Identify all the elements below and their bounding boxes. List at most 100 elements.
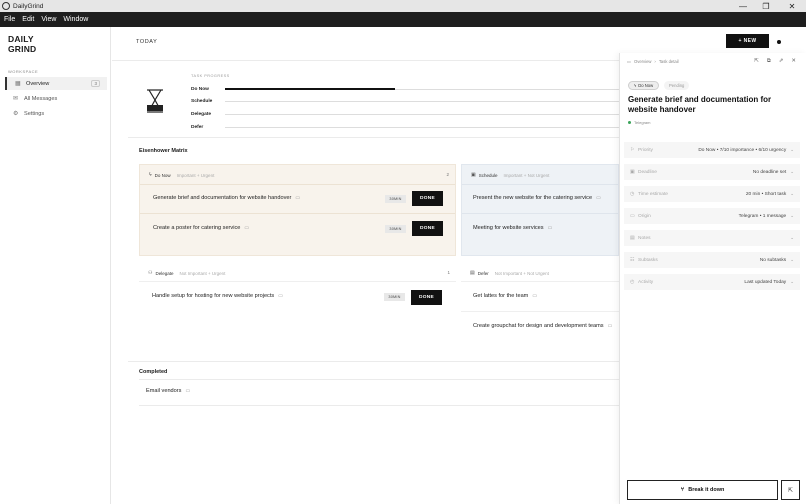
pin-icon[interactable]: ⇱	[754, 58, 759, 65]
field-notes[interactable]: ▤ Notes ⌄	[624, 230, 800, 246]
task-source: Telegram	[628, 120, 650, 125]
open-external-icon[interactable]: ⇗	[779, 58, 784, 65]
progress-label: Schedule	[191, 98, 213, 104]
progress-title: TASK PROGRESS	[191, 74, 230, 78]
calendar-icon: ▣	[471, 172, 476, 178]
sidebar-item-settings[interactable]: ⚙ Settings	[5, 107, 107, 120]
task-detail-panel: ▭ Overview › Task detail ⇱ ⧉ ⇗ ✕ ϟ Do No…	[619, 53, 806, 504]
folder-icon: ▭	[627, 59, 631, 64]
quadrant-name: Delegate	[155, 270, 174, 276]
chat-icon: ▭	[596, 195, 601, 201]
pourover-illustration	[147, 89, 163, 113]
clock-icon: ◷	[630, 191, 635, 197]
field-priority[interactable]: ⚐ Priority Do Now • 7/10 importance • 6/…	[624, 142, 800, 158]
quadrant-defer: ▤ Defer Not Important + Not Urgent Get l…	[461, 263, 619, 363]
priority-chip[interactable]: ϟ Do Now	[628, 81, 660, 90]
quadrant-divider	[140, 184, 455, 185]
field-activity[interactable]: ◴ Activity Last updated Today ⌄	[624, 274, 800, 290]
quadrant-name: Defer	[477, 270, 489, 276]
breadcrumb-separator: ›	[654, 59, 656, 64]
field-label: Deadline	[638, 169, 657, 175]
user-icon: ⚇	[148, 270, 153, 276]
window-title: DailyGrind	[13, 2, 44, 10]
task-divider	[461, 311, 619, 312]
chevron-down-icon: ⌄	[790, 213, 794, 218]
progress-fill	[225, 88, 396, 90]
quadrant-subtitle: Important + Urgent	[176, 172, 215, 178]
source-dot	[628, 121, 631, 124]
app-logo[interactable]: DAILY GRIND	[8, 34, 37, 54]
quadrant-count: 1	[447, 270, 450, 275]
close-button[interactable]: ✕	[779, 0, 805, 12]
progress-track	[225, 100, 621, 102]
field-value: No deadline set	[752, 169, 787, 175]
task-item[interactable]: Present the new website for the catering…	[473, 195, 601, 201]
split-icon: ⑂	[680, 487, 685, 493]
progress-label: Delegate	[191, 111, 211, 117]
field-value: No subtasks	[759, 257, 787, 263]
progress-row-schedule: Schedule	[191, 97, 621, 105]
button-label: Break it down	[688, 487, 725, 493]
chat-icon: ▭	[295, 195, 301, 201]
break-it-down-button[interactable]: ⑂ Break it down	[627, 480, 778, 500]
task-title: Email vendors	[146, 388, 182, 394]
field-label: Activity	[638, 279, 654, 285]
chat-icon: ▭	[244, 225, 250, 231]
field-time-estimate[interactable]: ◷ Time estimate 20 min • Short task ⌄	[624, 186, 800, 202]
task-item[interactable]: Meeting for website services ▭	[473, 225, 552, 231]
done-button[interactable]: DONE	[412, 221, 443, 236]
task-title: Generate brief and documentation for web…	[153, 195, 292, 201]
sidebar-item-label: Settings	[24, 110, 45, 117]
task-title: Create groupchat for design and developm…	[473, 323, 604, 329]
menu-view[interactable]: View	[41, 16, 56, 23]
menu-window[interactable]: Window	[63, 16, 88, 23]
task-item[interactable]: Create groupchat for design and developm…	[473, 323, 612, 329]
maximize-button[interactable]: ❐	[753, 0, 779, 12]
menu-edit[interactable]: Edit	[22, 16, 34, 23]
quadrant-name: Schedule	[478, 172, 498, 178]
sidebar-item-overview[interactable]: ▦ Overview 3	[5, 77, 107, 90]
menu-bar: File Edit View Window	[0, 12, 806, 27]
new-task-button[interactable]: + NEW	[726, 34, 769, 48]
chevron-down-icon: ⌄	[790, 257, 794, 262]
panel-actions: ⇱ ⧉ ⇗ ✕	[746, 58, 796, 65]
task-title: Create a poster for catering service	[153, 225, 241, 231]
task-title: Present the new website for the catering…	[473, 195, 593, 201]
done-button[interactable]: DONE	[411, 290, 442, 305]
breadcrumb-overview[interactable]: Overview	[634, 59, 651, 64]
sidebar: DAILY GRIND WORKSPACE ▦ Overview 3 ✉ All…	[0, 27, 111, 504]
progress-row-do-now: Do Now	[191, 85, 621, 93]
status-chip[interactable]: Pending	[664, 81, 690, 90]
menu-file[interactable]: File	[4, 16, 15, 23]
history-icon: ◴	[630, 279, 635, 285]
quadrant-subtitle: Important + Not Urgent	[503, 172, 550, 178]
quadrant-delegate: ⚇ Delegate Not Important + Urgent 1 Hand…	[139, 263, 456, 363]
collapse-icon: ⇱	[787, 487, 794, 494]
close-panel-icon[interactable]: ✕	[791, 58, 796, 65]
field-deadline[interactable]: ▣ Deadline No deadline set ⌄	[624, 164, 800, 180]
workspace-label: WORKSPACE	[8, 69, 39, 74]
done-button[interactable]: DONE	[412, 191, 443, 206]
copy-icon[interactable]: ⧉	[767, 58, 771, 65]
field-subtasks[interactable]: ☷ Subtasks No subtasks ⌄	[624, 252, 800, 268]
task-item[interactable]: Get lattes for the team ▭	[473, 293, 537, 299]
quadrant-divider	[461, 281, 619, 282]
chevron-down-icon: ⌄	[790, 147, 794, 152]
grid-icon: ▦	[15, 81, 21, 87]
logo-line-2: GRIND	[8, 43, 37, 54]
source-label: Telegram	[634, 120, 651, 125]
status-dot[interactable]	[777, 40, 781, 44]
field-value: 20 min • Short task	[745, 191, 787, 197]
mail-icon: ✉	[13, 96, 19, 102]
task-item[interactable]: Create a poster for catering service ▭	[153, 225, 249, 231]
app-icon	[2, 2, 10, 10]
field-origin[interactable]: ▭ Origin Telegram • 1 message ⌄	[624, 208, 800, 224]
collapse-panel-button[interactable]: ⇱	[781, 480, 800, 500]
task-item[interactable]: Handle setup for hosting for new website…	[152, 293, 283, 299]
sidebar-item-all-messages[interactable]: ✉ All Messages	[5, 92, 107, 105]
completed-task-item[interactable]: Email vendors ▭	[146, 388, 190, 394]
duration-badge: 30MIN	[384, 293, 405, 301]
chevron-down-icon: ⌄	[790, 235, 794, 240]
breadcrumb-current: Task detail	[658, 59, 679, 64]
task-item[interactable]: Generate brief and documentation for web…	[153, 195, 300, 201]
